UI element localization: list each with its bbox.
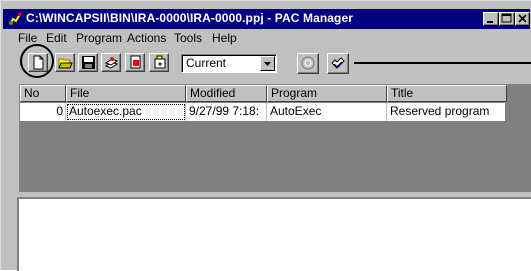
delete-button[interactable]: [125, 53, 145, 72]
program-list[interactable]: No File Modified Program Title 0 Autoexe…: [19, 84, 531, 192]
open-button[interactable]: [55, 53, 75, 72]
menu-actions-label: Actions: [127, 31, 167, 45]
app-icon[interactable]: [7, 11, 23, 27]
column-header-no[interactable]: No: [20, 85, 66, 102]
transfer-button[interactable]: [149, 53, 169, 72]
save-button[interactable]: [78, 53, 98, 72]
annotation-line: [354, 62, 531, 64]
stop-button[interactable]: [297, 53, 319, 74]
delete-icon: [130, 55, 141, 69]
column-header-no-label: No: [24, 86, 40, 100]
toolbar: Current: [1, 49, 531, 79]
menu-file[interactable]: File: [18, 31, 37, 45]
close-button[interactable]: [515, 12, 530, 26]
save-icon: [82, 56, 95, 69]
menu-program-label: Program: [76, 31, 123, 45]
compile-icon: [104, 57, 119, 69]
stop-icon: [301, 56, 315, 70]
column-header-program-label: Program: [271, 86, 318, 100]
menu-edit-label: Edit: [46, 31, 67, 45]
mode-select-value: Current: [186, 56, 227, 70]
column-header-modified[interactable]: Modified: [186, 85, 267, 102]
column-header-title-label: Title: [391, 86, 414, 100]
column-header-file[interactable]: File: [66, 85, 186, 102]
minimize-icon: [487, 21, 493, 23]
check-icon: [331, 57, 345, 69]
maximize-icon: [501, 13, 512, 23]
cell-title: Reserved program: [390, 104, 490, 118]
menu-help[interactable]: Help: [212, 31, 237, 45]
open-folder-icon: [58, 58, 73, 69]
dropdown-arrow-button[interactable]: [260, 56, 275, 71]
menu-actions[interactable]: Actions: [127, 31, 166, 45]
annotation-circle: [20, 44, 54, 78]
mode-select[interactable]: Current: [181, 54, 277, 73]
column-header-program[interactable]: Program: [267, 85, 387, 102]
menu-file-label: File: [18, 31, 38, 45]
menu-help-label: Help: [212, 31, 237, 45]
close-icon: [518, 14, 527, 23]
chevron-down-icon: [264, 62, 271, 66]
cell-modified: 9/27/99 7:18:: [186, 103, 267, 121]
column-header-title[interactable]: Title: [387, 85, 507, 102]
table-row[interactable]: 0 Autoexec.pac 9/27/99 7:18: AutoExec Re…: [20, 103, 505, 121]
cell-file[interactable]: Autoexec.pac: [66, 103, 186, 121]
output-pane[interactable]: [17, 197, 531, 271]
column-header-modified-label: Modified: [190, 86, 236, 100]
maximize-button[interactable]: [499, 12, 515, 26]
minimize-button[interactable]: [483, 12, 499, 26]
transfer-icon: [154, 55, 166, 69]
menu-edit[interactable]: Edit: [46, 31, 67, 45]
title-bar[interactable]: C:\WINCAPSII\BIN\IRA-0000\IRA-0000.ppj -…: [3, 9, 530, 29]
menu-tools-label: Tools: [174, 31, 203, 45]
column-header-file-label: File: [70, 86, 90, 100]
compile-button[interactable]: [101, 53, 121, 72]
menu-program[interactable]: Program: [76, 31, 122, 45]
cell-program: AutoExec: [267, 103, 387, 121]
menu-tools[interactable]: Tools: [174, 31, 202, 45]
pac-manager-window: C:\WINCAPSII\BIN\IRA-0000\IRA-0000.ppj -…: [0, 0, 531, 271]
window-title: C:\WINCAPSII\BIN\IRA-0000\IRA-0000.ppj -…: [26, 11, 354, 25]
cell-no: 0: [20, 103, 66, 121]
check-button[interactable]: [327, 53, 349, 74]
